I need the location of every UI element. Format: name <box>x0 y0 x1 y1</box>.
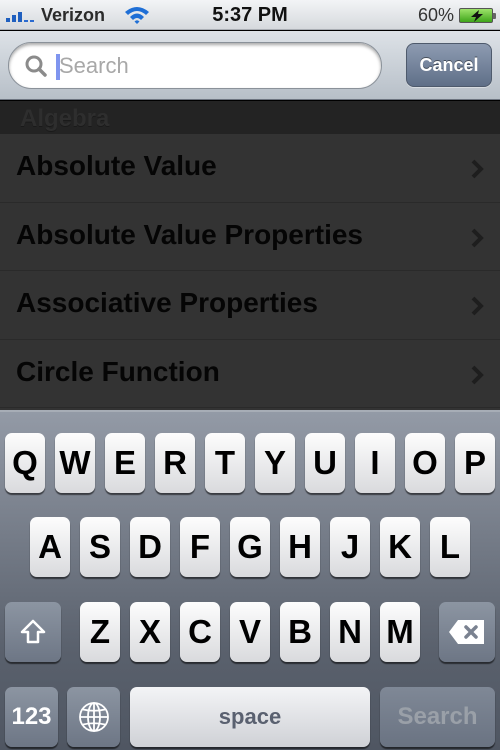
key-a[interactable]: A <box>30 517 70 577</box>
key-d[interactable]: D <box>130 517 170 577</box>
key-t[interactable]: T <box>205 433 245 493</box>
key-b[interactable]: B <box>280 602 320 662</box>
chevron-right-icon <box>471 159 484 179</box>
keyboard: QWERTYUIOP ASDFGHJKL ZXCVBNM 123 space S… <box>0 410 500 750</box>
cancel-button[interactable]: Cancel <box>406 43 492 87</box>
list-item[interactable]: Associative Properties <box>0 271 500 340</box>
key-v[interactable]: V <box>230 602 270 662</box>
key-f[interactable]: F <box>180 517 220 577</box>
status-bar: Verizon 5:37 PM 60% <box>0 0 500 30</box>
key-m[interactable]: M <box>380 602 420 662</box>
section-header: Algebra <box>0 101 500 134</box>
topic-list: Algebra Absolute Value Absolute Value Pr… <box>0 101 500 410</box>
search-field[interactable] <box>8 42 382 89</box>
backspace-key[interactable] <box>439 602 495 662</box>
battery-charging-icon <box>459 8 496 23</box>
list-item-label: Associative Properties <box>16 287 318 318</box>
key-n[interactable]: N <box>330 602 370 662</box>
key-z[interactable]: Z <box>80 602 120 662</box>
globe-icon <box>78 702 109 732</box>
search-key[interactable]: Search <box>380 687 495 747</box>
battery-percentage: 60% <box>417 5 454 25</box>
key-r[interactable]: R <box>155 433 195 493</box>
list-item-label: Circle Function <box>16 355 220 387</box>
key-l[interactable]: L <box>430 517 470 577</box>
key-o[interactable]: O <box>405 433 445 493</box>
list-item-label: Absolute Value <box>16 150 217 181</box>
key-p[interactable]: P <box>455 433 495 493</box>
list-item[interactable]: Absolute Value Properties <box>0 202 500 271</box>
key-y[interactable]: Y <box>255 433 295 493</box>
key-q[interactable]: Q <box>5 433 45 493</box>
chevron-right-icon <box>471 365 484 384</box>
chevron-right-icon <box>471 296 484 316</box>
key-g[interactable]: G <box>230 517 270 577</box>
key-x[interactable]: X <box>130 602 170 662</box>
key-e[interactable]: E <box>105 433 145 493</box>
key-s[interactable]: S <box>80 517 120 577</box>
globe-key[interactable] <box>67 687 120 747</box>
key-w[interactable]: W <box>55 433 95 493</box>
key-h[interactable]: H <box>280 517 320 577</box>
list-item[interactable]: Absolute Value <box>0 134 500 203</box>
key-c[interactable]: C <box>180 602 220 662</box>
list-item-label: Absolute Value Properties <box>16 218 363 250</box>
chevron-right-icon <box>471 228 484 247</box>
search-icon <box>25 55 47 77</box>
search-input[interactable] <box>59 49 369 83</box>
key-j[interactable]: J <box>330 517 370 577</box>
search-bar: Cancel <box>0 31 500 100</box>
list-item[interactable]: Circle Function <box>0 339 500 408</box>
key-u[interactable]: U <box>305 433 345 493</box>
shift-icon <box>20 619 46 644</box>
numbers-key[interactable]: 123 <box>5 687 58 747</box>
space-key[interactable]: space <box>130 687 370 747</box>
key-i[interactable]: I <box>355 433 395 493</box>
backspace-icon <box>449 620 484 644</box>
key-k[interactable]: K <box>380 517 420 577</box>
shift-key[interactable] <box>5 602 61 662</box>
